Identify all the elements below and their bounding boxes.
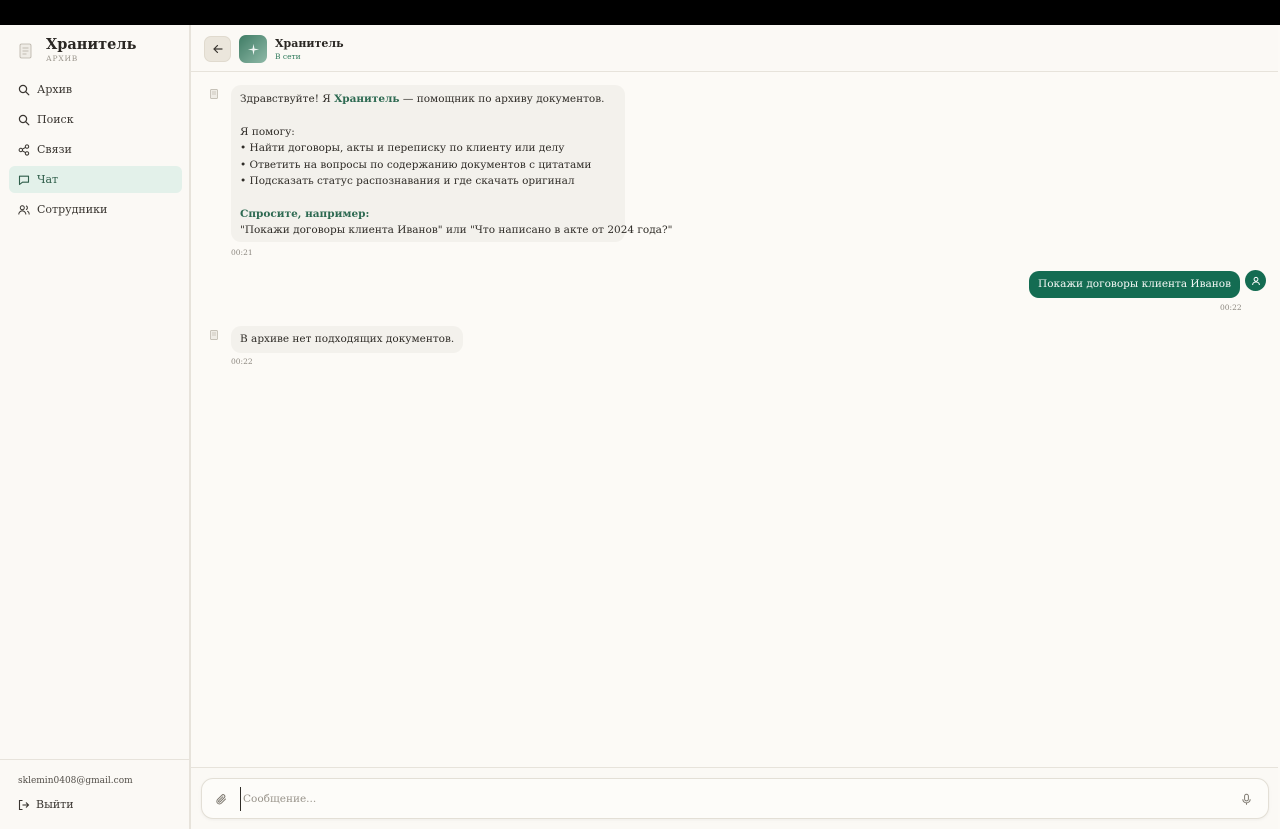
users-icon [18, 204, 30, 215]
message-time: 00:21 [231, 248, 253, 257]
list-item: • Ответить на вопросы по содержанию доку… [240, 159, 592, 171]
bot-avatar [239, 35, 267, 63]
greeting-text: Здравствуйте! Я [240, 93, 335, 105]
bot-intro: Я помогу: [240, 126, 295, 138]
search-icon [18, 84, 30, 95]
user-icon [1251, 276, 1260, 285]
logout-icon [18, 799, 30, 810]
microphone-icon[interactable] [1240, 793, 1253, 806]
sidebar-item-archive[interactable]: Архив [9, 76, 182, 103]
user-message-bubble: Покажи договоры клиента Иванов [1029, 271, 1240, 298]
bot-message-icon [210, 330, 218, 340]
list-item: • Найти договоры, акты и переписку по кл… [240, 142, 565, 154]
sidebar: Хранитель АРХИВ Архив Поиск Связи Чат Со… [0, 25, 191, 829]
bot-status: В сети [275, 52, 301, 61]
user-email: sklemin0408@gmail.com [18, 776, 133, 786]
logout-button[interactable]: Выйти [18, 798, 74, 811]
sidebar-item-employees[interactable]: Сотрудники [9, 196, 182, 223]
composer-area [191, 767, 1278, 829]
sidebar-item-label: Поиск [37, 113, 74, 126]
search-icon [18, 114, 30, 125]
sidebar-footer: sklemin0408@gmail.com Выйти [0, 759, 189, 829]
back-button[interactable] [204, 36, 231, 62]
bot-message-bubble: Здравствуйте! Я Хранитель — помощник по … [231, 85, 672, 242]
bot-name: Хранитель [275, 37, 344, 50]
brand-subtitle: АРХИВ [46, 54, 79, 63]
sidebar-item-label: Связи [37, 143, 72, 156]
share-nodes-icon [18, 143, 30, 156]
greeting-bot-name: Хранитель [334, 93, 400, 105]
ask-example: "Покажи договоры клиента Иванов" или "Чт… [240, 224, 673, 236]
sparkle-icon [247, 43, 259, 55]
sidebar-item-chat[interactable]: Чат [9, 166, 182, 193]
user-avatar [1245, 270, 1266, 291]
greeting-text-end: — помощник по архиву документов. [399, 93, 605, 105]
sidebar-item-label: Сотрудники [37, 203, 108, 216]
top-black-bar [0, 0, 1280, 25]
brand-title: Хранитель [46, 36, 137, 53]
message-composer [201, 778, 1269, 819]
message-time: 00:22 [231, 357, 253, 366]
logout-label: Выйти [36, 798, 74, 811]
archive-logo-icon [19, 43, 32, 59]
bot-message-bubble: В архиве нет подходящих документов. [231, 326, 464, 353]
arrow-left-icon [212, 44, 223, 54]
message-time: 00:22 [1220, 303, 1242, 312]
app-window: Хранитель АРХИВ Архив Поиск Связи Чат Со… [0, 25, 1280, 829]
paperclip-icon[interactable] [215, 793, 228, 806]
bot-message-icon [210, 89, 218, 99]
message-input[interactable] [240, 787, 1220, 811]
bot-greeting: Здравствуйте! Я Хранитель — помощник по … [240, 91, 604, 108]
ask-title: Спросите, например: [240, 208, 370, 220]
chat-bubble-icon [18, 175, 30, 185]
sidebar-item-links[interactable]: Связи [9, 136, 182, 163]
chat-main: Хранитель В сети Здравствуйте! Я Храните… [191, 25, 1280, 829]
sidebar-item-label: Архив [37, 83, 73, 96]
sidebar-nav: Архив Поиск Связи Чат Сотрудники [9, 76, 182, 226]
sidebar-item-search[interactable]: Поиск [9, 106, 182, 133]
brand[interactable]: Хранитель АРХИВ [16, 37, 136, 63]
sidebar-item-label: Чат [37, 173, 59, 186]
list-item: • Подсказать статус распознавания и где … [240, 175, 575, 187]
chat-header: Хранитель В сети [191, 25, 1278, 72]
